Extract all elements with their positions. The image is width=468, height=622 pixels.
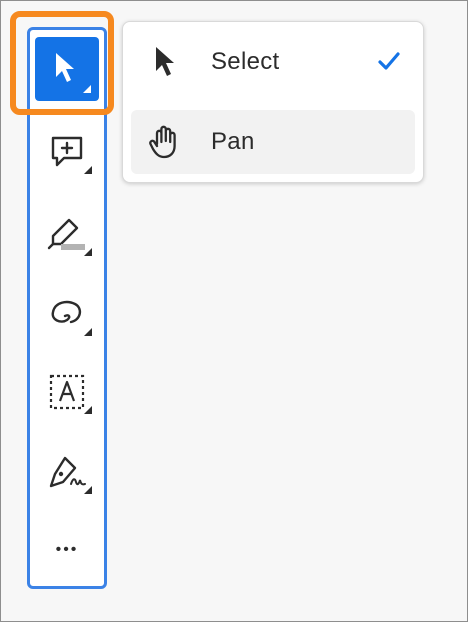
comment-tool-button[interactable] bbox=[30, 120, 104, 184]
highlight-tool-button[interactable] bbox=[30, 202, 104, 266]
submenu-indicator-icon bbox=[84, 486, 92, 494]
text-tool-button[interactable] bbox=[30, 360, 104, 424]
more-tools-button[interactable]: ••• bbox=[30, 518, 104, 582]
select-tool-button[interactable] bbox=[35, 37, 99, 101]
sign-tool-button[interactable] bbox=[30, 440, 104, 504]
submenu-indicator-icon bbox=[83, 85, 91, 93]
submenu-indicator-icon bbox=[84, 166, 92, 174]
tools-toolbar: ••• bbox=[27, 27, 107, 589]
draw-tool-button[interactable] bbox=[30, 282, 104, 346]
text-box-icon bbox=[49, 374, 85, 410]
submenu-indicator-icon bbox=[84, 328, 92, 336]
submenu-indicator-icon bbox=[84, 248, 92, 256]
freehand-loop-icon bbox=[51, 300, 82, 324]
pen-sign-icon bbox=[49, 456, 86, 488]
menu-item-pan[interactable]: Pan bbox=[131, 110, 415, 174]
menu-item-label: Pan bbox=[211, 128, 255, 155]
submenu-indicator-icon bbox=[84, 406, 92, 414]
more-icon: ••• bbox=[55, 541, 79, 558]
arrow-pointer-icon bbox=[147, 44, 183, 80]
app-window: ••• Select Pan bbox=[0, 0, 468, 622]
arrow-pointer-icon bbox=[56, 53, 74, 82]
hand-icon bbox=[147, 124, 183, 160]
add-comment-icon bbox=[51, 136, 83, 167]
menu-item-label: Select bbox=[211, 48, 280, 75]
highlighter-icon bbox=[47, 218, 85, 250]
checkmark-icon bbox=[377, 50, 401, 77]
menu-item-select[interactable]: Select bbox=[131, 30, 415, 94]
select-tool-menu: Select Pan bbox=[122, 21, 424, 183]
